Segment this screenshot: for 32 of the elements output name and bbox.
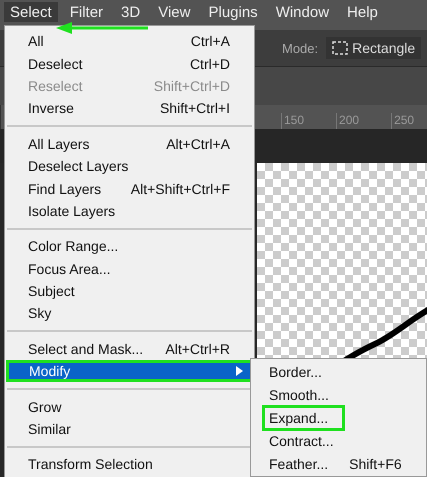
- caret-icon: [236, 366, 243, 376]
- menu-item[interactable]: Feather... Shift+F6: [251, 452, 426, 475]
- menu-item[interactable]: Select and Mask... Alt+Ctrl+R: [5, 338, 254, 360]
- menu-item[interactable]: Focus Area...: [5, 258, 254, 280]
- menu-item[interactable]: Border...: [251, 361, 426, 384]
- marquee-icon: [332, 41, 348, 55]
- menu-item[interactable]: Transform Selection: [5, 453, 254, 476]
- menu-item[interactable]: Similar: [5, 418, 254, 440]
- menu-item[interactable]: Find Layers Alt+Shift+Ctrl+F: [5, 177, 254, 200]
- menu-item[interactable]: Deselect Ctrl+D: [5, 52, 254, 75]
- menu-item[interactable]: Subject: [5, 280, 254, 302]
- mode-dropdown[interactable]: Rectangle: [326, 37, 422, 59]
- menu-bar-item[interactable]: Window: [270, 2, 336, 22]
- menu-bar-item[interactable]: Filter: [64, 2, 110, 22]
- menu-item[interactable]: Contract...: [251, 429, 426, 452]
- menu-bar-item[interactable]: Help: [341, 2, 384, 22]
- mode-label: Mode:: [282, 40, 318, 56]
- menu-bar-item[interactable]: Select: [4, 2, 58, 22]
- arrow-icon: [56, 22, 148, 34]
- menu-item[interactable]: Color Range...: [5, 235, 254, 258]
- menu-item[interactable]: All Ctrl+A: [5, 30, 254, 52]
- menu-item[interactable]: All Layers Alt+Ctrl+A: [5, 132, 254, 155]
- menu-item[interactable]: Inverse Shift+Ctrl+I: [5, 97, 254, 120]
- menu-item[interactable]: Isolate Layers: [5, 200, 254, 222]
- menu-item[interactable]: Grow: [5, 395, 254, 418]
- menu-item[interactable]: Smooth...: [251, 384, 426, 407]
- menu-item[interactable]: Sky: [5, 302, 254, 325]
- menu-item[interactable]: Modify: [6, 360, 253, 382]
- menu-bar-item[interactable]: 3D: [115, 2, 146, 22]
- menu-item[interactable]: Deselect Layers: [5, 154, 254, 178]
- menu-bar-item[interactable]: Plugins: [202, 2, 264, 22]
- menu-bar-item[interactable]: View: [152, 2, 196, 22]
